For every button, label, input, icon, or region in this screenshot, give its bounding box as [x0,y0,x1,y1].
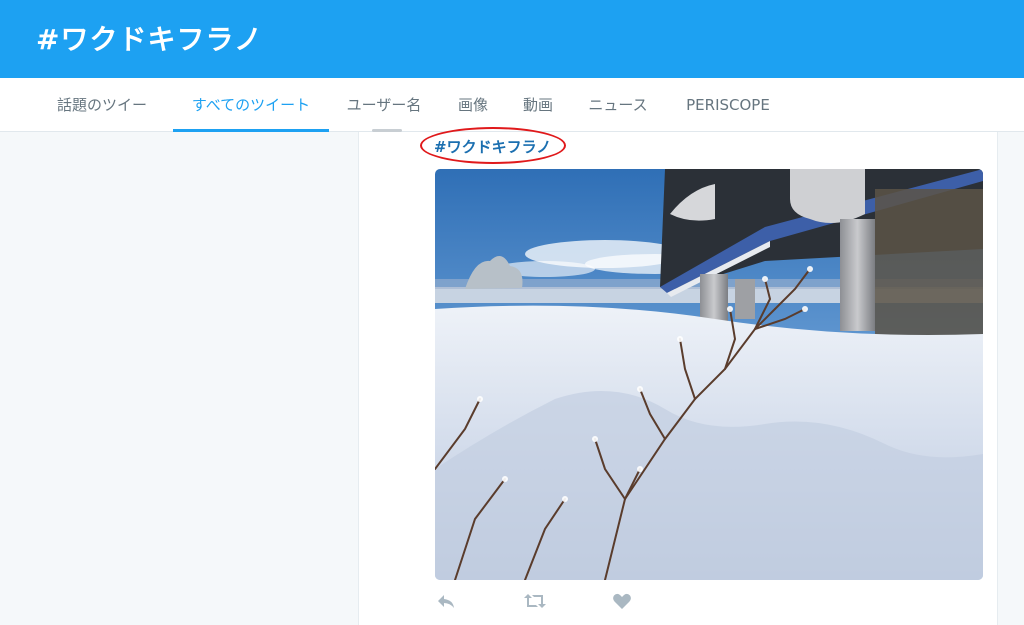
tab-news[interactable]: ニュース [587,78,649,132]
right-column [998,132,1024,625]
reply-icon[interactable] [435,590,459,614]
tweet-photo[interactable] [435,169,983,580]
tab-images[interactable]: 画像 [456,78,490,132]
tab-top-tweets[interactable]: 話題のツイート [50,78,154,168]
hashtag-link[interactable]: #ワクドキフラノ [434,136,551,158]
page-header: #ワクドキフラノ [0,0,1024,78]
retweet-icon[interactable] [523,590,547,614]
tab-videos[interactable]: 動画 [521,78,555,132]
winter-bridge-photo [435,169,983,580]
search-tabs: 話題のツイート すべてのツイート ユーザー名 画像 動画 ニュース PERISC… [0,78,1024,168]
tab-periscope[interactable]: PERISCOPE [682,78,774,132]
heart-icon[interactable] [611,590,635,614]
left-column [0,132,358,625]
tab-all-tweets[interactable]: すべてのツイート [173,78,329,133]
tweet-text-clipped [372,124,420,134]
header-title: #ワクドキフラノ [36,23,263,56]
